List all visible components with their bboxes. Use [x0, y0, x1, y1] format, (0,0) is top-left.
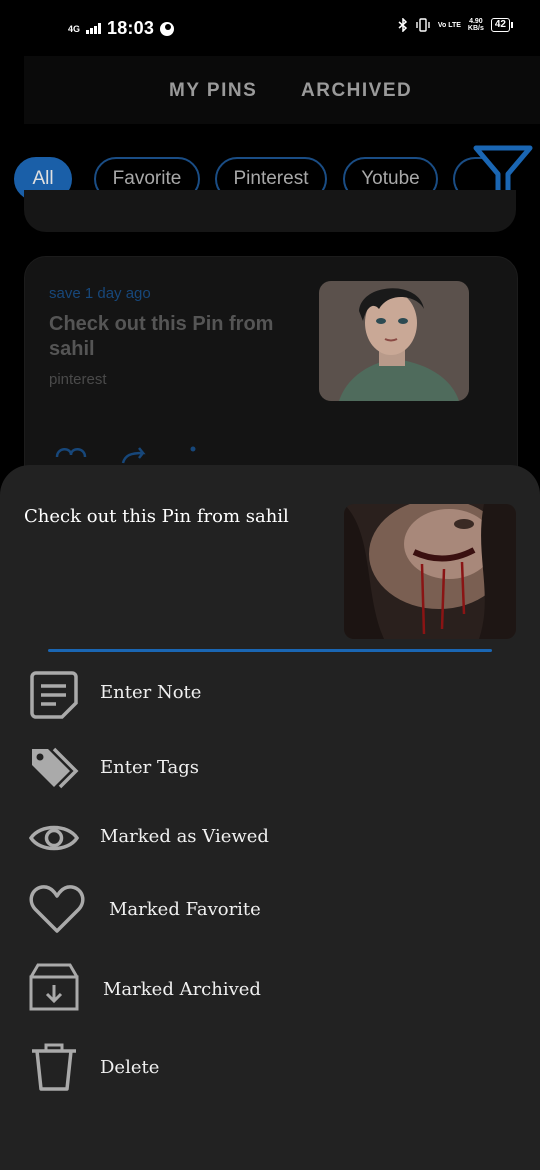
- menu-label-enter-tags: Enter Tags: [100, 757, 200, 778]
- tab-bar: MY PINS ARCHIVED: [24, 56, 540, 124]
- status-bar: 4G 18:03 Vo LTE 4.90 KB/s 42: [0, 0, 540, 48]
- volte-indicator: Vo LTE: [437, 21, 461, 29]
- pin-card-previous[interactable]: [24, 190, 516, 232]
- menu-label-marked-favorite: Marked Favorite: [109, 899, 261, 920]
- bluetooth-icon: [398, 18, 407, 32]
- card-more-icon: [190, 446, 196, 452]
- card-heart-icon: [55, 448, 87, 458]
- eye-icon: [28, 825, 80, 851]
- menu-delete[interactable]: Delete: [0, 1031, 540, 1101]
- menu-marked-favorite[interactable]: Marked Favorite: [0, 873, 540, 943]
- pin-title: Check out this Pin from sahil: [49, 313, 274, 360]
- tab-my-pins[interactable]: MY PINS: [169, 80, 257, 102]
- net-speed-value: 4.90: [469, 18, 483, 25]
- pin-options-sheet: Check out this Pin from sahil Enter Note…: [0, 465, 540, 1170]
- clock: 18:03: [107, 18, 155, 38]
- signal-icon: [86, 23, 102, 34]
- menu-enter-tags[interactable]: Enter Tags: [0, 733, 540, 803]
- heart-icon: [29, 885, 85, 933]
- net-speed: 4.90 KB/s: [468, 18, 484, 32]
- tab-archived[interactable]: ARCHIVED: [301, 80, 412, 102]
- menu-enter-note[interactable]: Enter Note: [0, 658, 540, 728]
- card-share-icon: [121, 447, 146, 464]
- pin-thumbnail-image: [319, 281, 469, 401]
- tags-icon: [32, 747, 79, 789]
- menu-label-marked-viewed: Marked as Viewed: [100, 826, 269, 847]
- data-saver-icon: [160, 21, 175, 36]
- pin-thumbnail[interactable]: [319, 281, 469, 401]
- note-icon: [30, 671, 78, 719]
- menu-marked-viewed[interactable]: Marked as Viewed: [0, 802, 540, 872]
- battery-icon: 42: [490, 18, 514, 32]
- sheet-pin-title: Check out this Pin from sahil: [24, 506, 289, 527]
- archive-icon: [29, 963, 79, 1011]
- menu-label-delete: Delete: [100, 1057, 160, 1078]
- network-type: 4G: [68, 23, 81, 34]
- trash-icon: [32, 1043, 76, 1091]
- pin-saved-time: save 1 day ago: [49, 285, 151, 302]
- sheet-pin-thumbnail: [344, 504, 516, 639]
- pin-source: pinterest: [49, 371, 107, 388]
- vibrate-icon: [416, 18, 430, 32]
- menu-label-enter-note: Enter Note: [100, 682, 202, 703]
- sheet-pin-image: [344, 504, 516, 639]
- menu-marked-archived[interactable]: Marked Archived: [0, 953, 540, 1023]
- menu-label-marked-archived: Marked Archived: [103, 979, 261, 1000]
- sheet-divider: [48, 649, 492, 652]
- net-speed-unit: KB/s: [467, 25, 484, 32]
